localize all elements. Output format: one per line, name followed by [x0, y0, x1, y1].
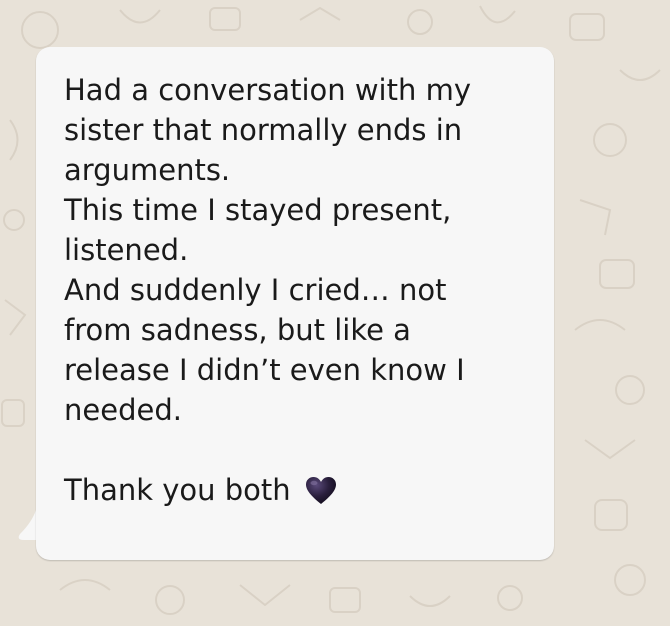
message-line: release I didn’t even know I — [64, 353, 465, 387]
message-line: This time I stayed present, — [64, 193, 452, 227]
message-line: from sadness, but like a — [64, 313, 411, 347]
message-line: arguments. — [64, 153, 231, 187]
message-line: And suddenly I cried… not — [64, 273, 447, 307]
black-heart-icon — [305, 477, 336, 504]
message-line: sister that normally ends in — [64, 113, 463, 147]
message-line: listened. — [64, 233, 189, 267]
message-closing-line: Thank you both — [64, 470, 337, 510]
message-line: Had a conversation with my — [64, 73, 471, 107]
message-text: Had a conversation with my sister that n… — [64, 70, 534, 430]
message-closing-text: Thank you both — [64, 473, 291, 507]
message-line: needed. — [64, 393, 182, 427]
